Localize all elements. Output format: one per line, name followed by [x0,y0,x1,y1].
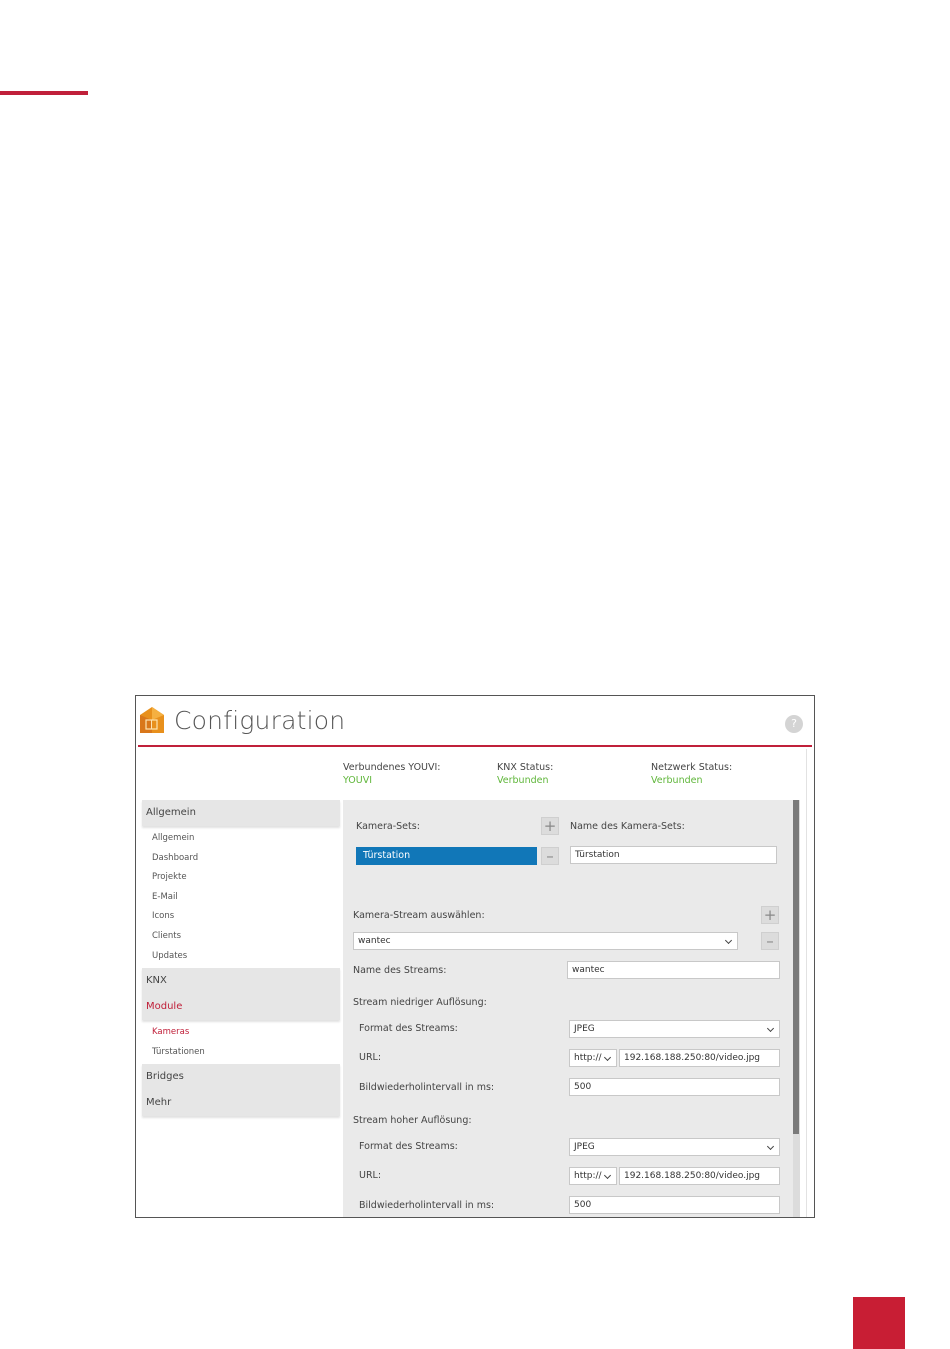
house-logo-icon [140,707,164,733]
stream-select[interactable]: wantec [353,932,738,950]
low-res-url-input[interactable]: 192.168.188.250:80/video.jpg [619,1049,780,1067]
add-camera-set-button[interactable]: + [541,817,559,835]
sidebar-item-email[interactable]: E-Mail [142,888,340,908]
sidebar-item-icons[interactable]: Icons [142,907,340,927]
status-youvi: Verbundenes YOUVI: YOUVI [343,761,441,787]
status-value: YOUVI [343,775,373,786]
sidebar-submenu-allgemein: Allgemein Dashboard Projekte E-Mail Icon… [142,826,340,969]
header-divider [138,745,812,747]
status-label: Verbundenes YOUVI: [343,762,441,773]
status-label: Netzwerk Status: [651,762,733,773]
low-res-interval-input[interactable]: 500 [569,1078,780,1096]
help-icon[interactable]: ? [785,715,803,733]
configuration-screenshot: Configuration ? Verbundenes YOUVI: YOUVI… [135,695,815,1218]
low-res-format-select[interactable]: JPEG [569,1020,780,1038]
status-label: KNX Status: [497,762,554,773]
camera-sets-label: Kamera-Sets: [356,821,420,832]
page-accent-line [0,91,88,95]
high-res-heading: Stream hoher Auflösung: [353,1115,472,1126]
high-res-interval-input[interactable]: 500 [569,1196,780,1214]
sidebar-item-projekte[interactable]: Projekte [142,868,340,888]
sidebar-section-mehr[interactable]: Mehr [142,1090,340,1117]
sidebar-section-bridges[interactable]: Bridges [142,1064,340,1091]
sidebar-section-knx[interactable]: KNX [142,968,340,995]
camera-set-name-label: Name des Kamera-Sets: [570,821,685,832]
sidebar-item-dashboard[interactable]: Dashboard [142,849,340,869]
sidebar-section-module[interactable]: Module [142,994,340,1021]
sidebar-submenu-module: Kameras Türstationen [142,1020,340,1065]
high-res-url-input[interactable]: 192.168.188.250:80/video.jpg [619,1167,780,1185]
status-knx: KNX Status: Verbunden [497,761,553,787]
stream-select-value: wantec [358,936,391,946]
high-res-format-select[interactable]: JPEG [569,1138,780,1156]
status-value: Verbunden [651,775,703,786]
app-header: Configuration ? [136,696,814,746]
sidebar-item-updates[interactable]: Updates [142,947,340,967]
sidebar-item-kameras[interactable]: Kameras [142,1023,340,1043]
sidebar: Allgemein Allgemein Dashboard Projekte E… [142,800,340,1117]
high-res-url-label: URL: [359,1170,382,1181]
page-corner-block [853,1297,905,1349]
low-res-protocol-select[interactable]: http:// [569,1049,617,1067]
add-stream-button[interactable]: + [761,906,779,924]
sidebar-item-allgemein[interactable]: Allgemein [142,829,340,849]
sidebar-section-allgemein[interactable]: Allgemein [142,800,340,826]
sidebar-item-clients[interactable]: Clients [142,927,340,947]
low-res-protocol-value: http:// [574,1053,602,1063]
remove-camera-set-button[interactable]: – [541,847,559,865]
high-res-format-label: Format des Streams: [359,1141,458,1152]
plus-icon: + [543,817,557,835]
stream-name-label: Name des Streams: [353,965,447,976]
high-res-interval-label: Bildwiederholintervall in ms: [359,1200,495,1211]
remove-stream-button[interactable]: – [761,932,779,950]
stream-select-label: Kamera-Stream auswählen: [353,910,485,921]
low-res-format-label: Format des Streams: [359,1023,458,1034]
stream-name-input[interactable]: wantec [567,961,780,979]
camera-set-name-input[interactable]: Türstation [570,846,777,864]
high-res-format-value: JPEG [574,1142,595,1152]
high-res-protocol-select[interactable]: http:// [569,1167,617,1185]
sidebar-item-tuerstationen[interactable]: Türstationen [142,1043,340,1063]
minus-icon: – [546,847,554,865]
minus-icon: – [766,932,774,950]
content-edge [806,749,807,1217]
high-res-protocol-value: http:// [574,1171,602,1181]
low-res-url-label: URL: [359,1052,382,1063]
scrollbar-thumb[interactable] [793,800,799,1134]
low-res-heading: Stream niedriger Auflösung: [353,997,487,1008]
status-value: Verbunden [497,775,549,786]
camera-set-item-selected[interactable]: Türstation [356,847,537,865]
low-res-interval-label: Bildwiederholintervall in ms: [359,1082,495,1093]
low-res-format-value: JPEG [574,1024,595,1034]
plus-icon: + [763,906,777,924]
status-network: Netzwerk Status: Verbunden [651,761,732,787]
app-title: Configuration [174,706,346,735]
